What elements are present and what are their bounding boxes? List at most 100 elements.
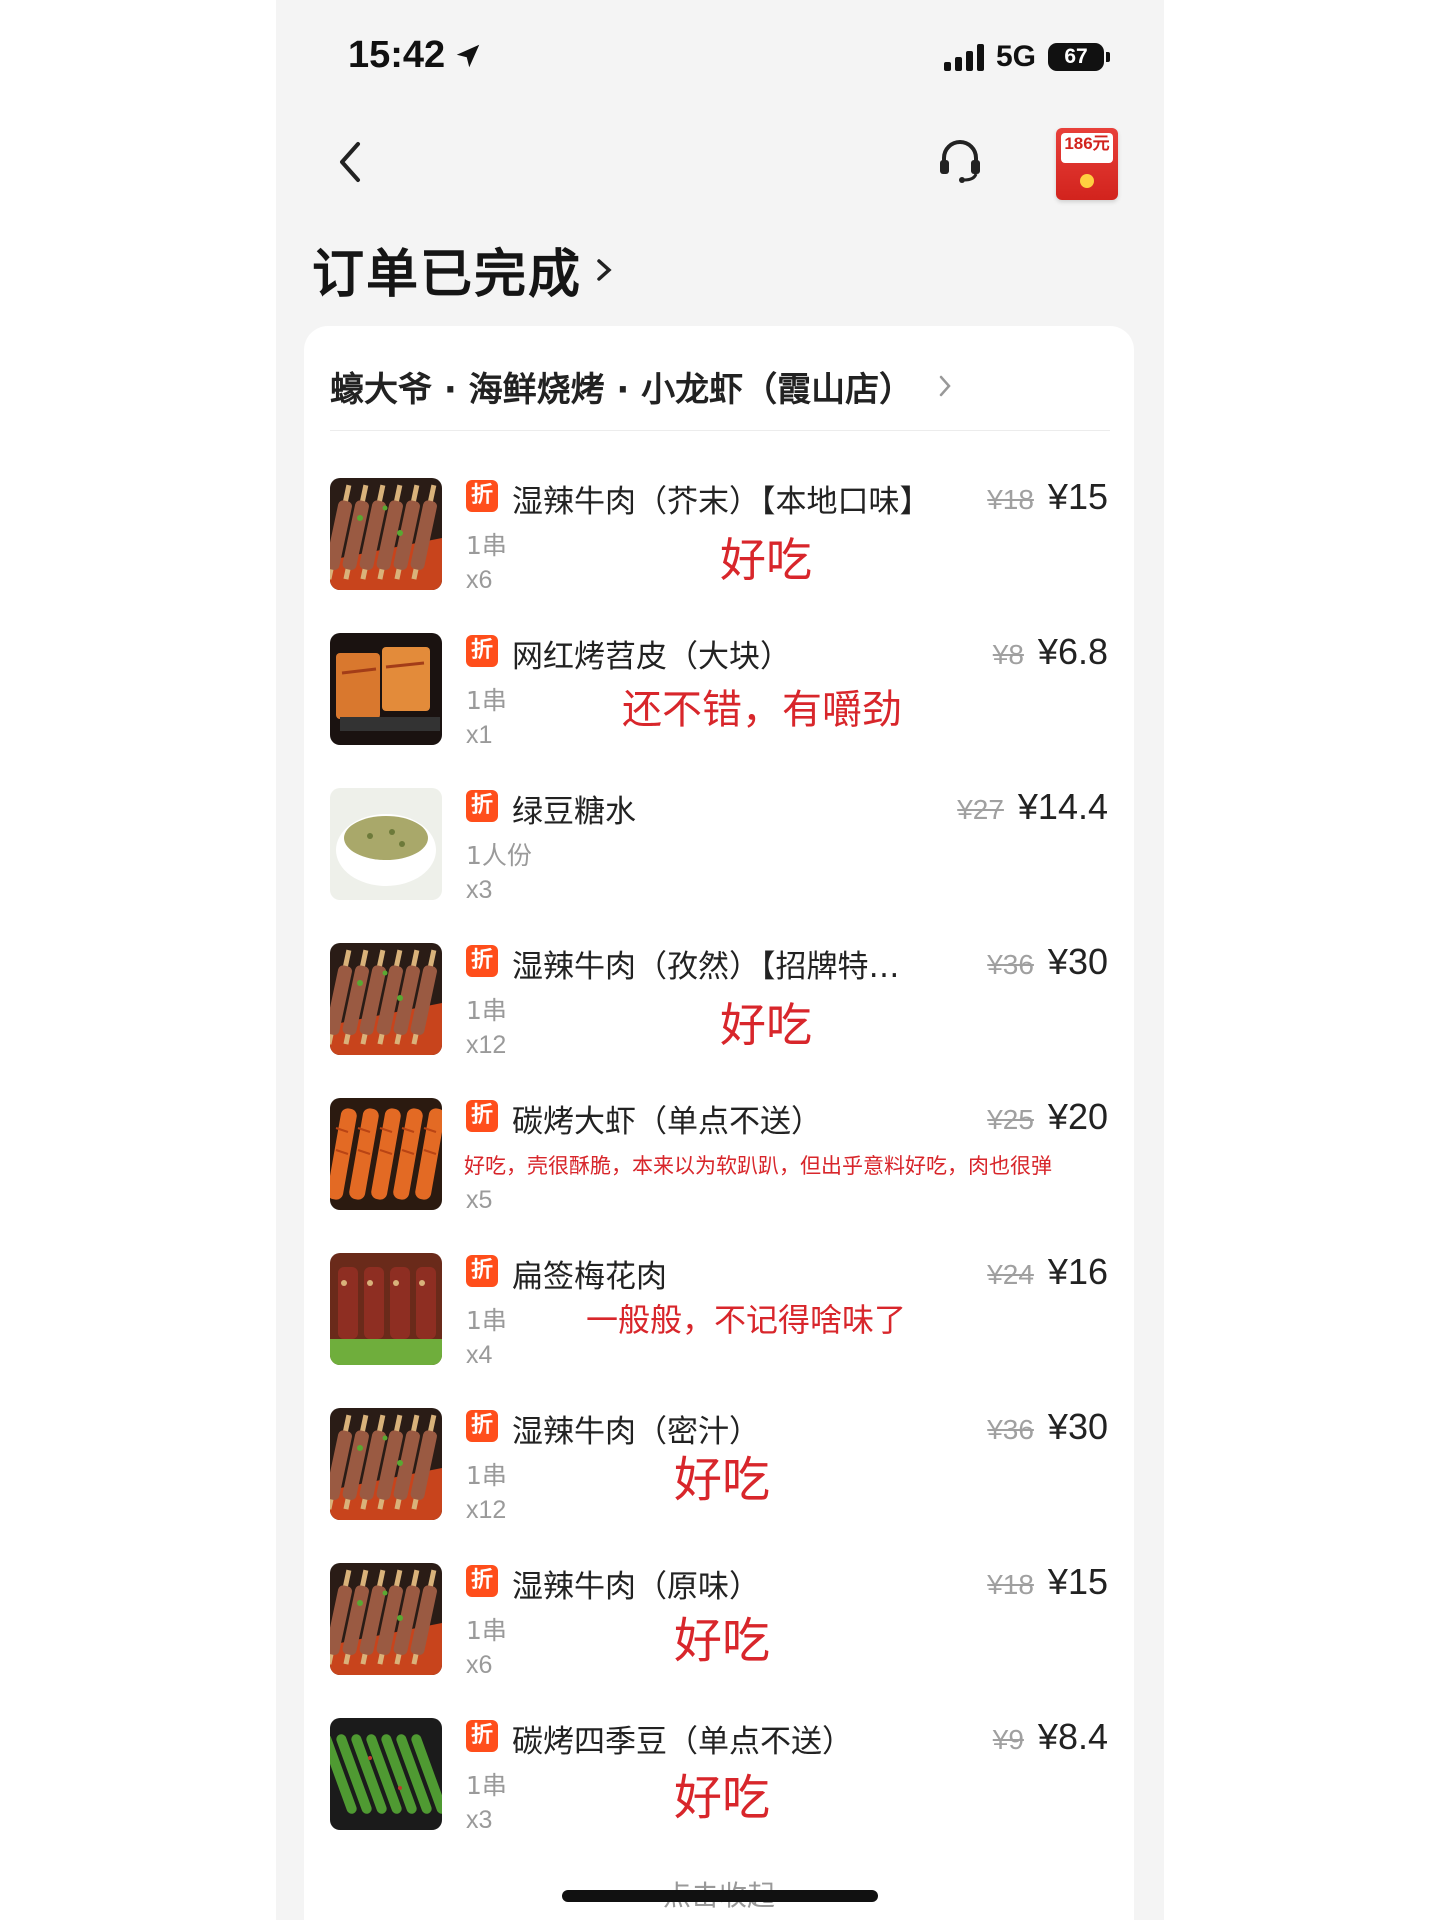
item-quantity: x3 xyxy=(466,1806,493,1834)
item-name: 网红烤苕皮（大块） xyxy=(512,639,791,675)
clock: 15:42 xyxy=(348,34,446,76)
mung-bean-soup-image xyxy=(330,788,442,900)
item-thumbnail xyxy=(330,1563,442,1675)
beef-skewers-image xyxy=(330,1408,442,1520)
handwritten-note: 好吃 xyxy=(720,533,812,587)
item-price: ¥20 xyxy=(1047,1096,1108,1137)
original-price: ¥8 xyxy=(992,639,1024,670)
item-price: ¥15 xyxy=(1047,476,1108,517)
back-icon[interactable] xyxy=(328,134,376,190)
item-prices: ¥36 ¥30 xyxy=(987,941,1108,983)
network-type: 5G xyxy=(995,40,1036,73)
order-card: 蠔大爷 · 海鲜烧烤 · 小龙虾（霞山店） 折 湿辣牛肉（芥末）【本地口味】 ¥… xyxy=(304,326,1134,1920)
item-prices: ¥24 ¥16 xyxy=(987,1251,1108,1293)
red-packet-coin xyxy=(1080,174,1094,188)
chevron-right-icon xyxy=(597,258,612,281)
order-item[interactable]: 折 绿豆糖水 ¥27 ¥14.4 1人份 x3 xyxy=(304,786,1134,938)
order-item[interactable]: 折 湿辣牛肉（芥末）【本地口味】 ¥18 ¥15 1串 x6 好吃 xyxy=(304,476,1134,628)
original-price: ¥9 xyxy=(992,1724,1024,1755)
item-prices: ¥9 ¥8.4 xyxy=(993,1716,1108,1758)
handwritten-note: 好吃 xyxy=(674,1770,771,1826)
item-name: 绿豆糖水 xyxy=(512,794,636,830)
item-prices: ¥18 ¥15 xyxy=(987,476,1108,518)
order-item[interactable]: 折 碳烤四季豆（单点不送） ¥9 ¥8.4 1串 x3 好吃 xyxy=(304,1716,1134,1868)
handwritten-note: 好吃 xyxy=(720,998,812,1052)
item-quantity: x12 xyxy=(466,1496,507,1524)
status-indicators: 5G 67 xyxy=(943,40,1110,74)
item-quantity: x5 xyxy=(466,1186,493,1214)
item-spec: 1人份 xyxy=(466,841,532,870)
red-packet-icon[interactable]: 186元 xyxy=(1056,128,1118,200)
original-price: ¥24 xyxy=(987,1259,1034,1290)
original-price: ¥27 xyxy=(957,794,1004,825)
handwritten-note: 一般般，不记得啥味了 xyxy=(586,1301,907,1339)
order-item[interactable]: 折 碳烤大虾（单点不送） ¥25 ¥20 x5 好吃，壳很酥脆，本来以为软趴趴，… xyxy=(304,1096,1134,1248)
item-thumbnail xyxy=(330,1408,442,1520)
order-status-link[interactable]: 订单已完成 xyxy=(312,232,614,307)
item-thumbnail xyxy=(330,1098,442,1210)
item-thumbnail xyxy=(330,1718,442,1830)
discount-tag: 折 xyxy=(466,1565,498,1597)
original-price: ¥36 xyxy=(987,1414,1034,1445)
discount-tag: 折 xyxy=(466,790,498,822)
order-item[interactable]: 折 湿辣牛肉（原味） ¥18 ¥15 1串 x6 好吃 xyxy=(304,1561,1134,1713)
discount-tag: 折 xyxy=(466,635,498,667)
item-quantity: x3 xyxy=(466,876,493,904)
shrimp-skewers-image xyxy=(330,1098,442,1210)
item-prices: ¥18 ¥15 xyxy=(987,1561,1108,1603)
handwritten-note: 还不错，有嚼劲 xyxy=(622,687,902,733)
item-thumbnail xyxy=(330,1253,442,1365)
item-thumbnail xyxy=(330,478,442,590)
item-price: ¥8.4 xyxy=(1037,1716,1108,1757)
item-spec: 1串 xyxy=(466,1771,507,1800)
original-price: ¥18 xyxy=(987,1569,1034,1600)
beef-skewers-image xyxy=(330,478,442,590)
item-quantity: x12 xyxy=(466,1031,507,1059)
item-prices: ¥25 ¥20 xyxy=(987,1096,1108,1138)
item-prices: ¥36 ¥30 xyxy=(987,1406,1108,1448)
item-quantity: x1 xyxy=(466,721,493,749)
phone-screen: 15:42 5G 67 186元 订单已完成 蠔大爷 · 海鲜烧烤 · 小龙虾（… xyxy=(276,0,1164,1920)
item-name: 碳烤四季豆（单点不送） xyxy=(512,1724,853,1760)
item-name: 碳烤大虾（单点不送） xyxy=(512,1104,822,1140)
order-item[interactable]: 折 湿辣牛肉（密汁） ¥36 ¥30 1串 x12 好吃 xyxy=(304,1406,1134,1558)
original-price: ¥18 xyxy=(987,484,1034,515)
item-spec: 1串 xyxy=(466,1461,507,1490)
signal-icon xyxy=(943,43,984,71)
battery-icon: 67 xyxy=(1048,43,1110,71)
item-quantity: x6 xyxy=(466,1651,493,1679)
discount-tag: 折 xyxy=(466,945,498,977)
customer-service-icon[interactable] xyxy=(932,132,988,188)
status-time: 15:42 xyxy=(348,34,483,77)
item-prices: ¥8 ¥6.8 xyxy=(993,631,1108,673)
order-status-title: 订单已完成 xyxy=(312,245,583,305)
item-price: ¥16 xyxy=(1047,1251,1108,1292)
order-item[interactable]: 折 湿辣牛肉（孜然）【招牌特… ¥36 ¥30 1串 x12 好吃 xyxy=(304,941,1134,1093)
item-price: ¥14.4 xyxy=(1017,786,1108,827)
order-item[interactable]: 折 扁签梅花肉 ¥24 ¥16 1串 x4 一般般，不记得啥味了 xyxy=(304,1251,1134,1403)
discount-tag: 折 xyxy=(466,1255,498,1287)
item-quantity: x4 xyxy=(466,1341,493,1369)
nav-bar: 186元 xyxy=(276,110,1164,220)
grilled-sheet-image xyxy=(330,633,442,745)
item-name: 湿辣牛肉（原味） xyxy=(512,1569,760,1605)
discount-tag: 折 xyxy=(466,1100,498,1132)
item-price: ¥6.8 xyxy=(1037,631,1108,672)
status-bar: 15:42 5G 67 xyxy=(276,0,1164,110)
order-item[interactable]: 折 网红烤苕皮（大块） ¥8 ¥6.8 1串 x1 还不错，有嚼劲 xyxy=(304,631,1134,783)
item-spec: 1串 xyxy=(466,686,507,715)
shop-link[interactable]: 蠔大爷 · 海鲜烧烤 · 小龙虾（霞山店） xyxy=(330,346,1110,426)
discount-tag: 折 xyxy=(466,480,498,512)
item-quantity: x6 xyxy=(466,566,493,594)
home-indicator[interactable] xyxy=(562,1890,878,1902)
item-name: 湿辣牛肉（芥末）【本地口味】 xyxy=(512,484,931,520)
divider xyxy=(330,430,1110,431)
location-arrow-icon xyxy=(456,44,480,67)
item-price: ¥30 xyxy=(1047,941,1108,982)
item-name: 湿辣牛肉（孜然）【招牌特… xyxy=(512,949,900,985)
chevron-right-icon xyxy=(939,375,951,397)
handwritten-note: 好吃 xyxy=(674,1613,771,1669)
item-thumbnail xyxy=(330,633,442,745)
item-price: ¥15 xyxy=(1047,1561,1108,1602)
discount-tag: 折 xyxy=(466,1720,498,1752)
